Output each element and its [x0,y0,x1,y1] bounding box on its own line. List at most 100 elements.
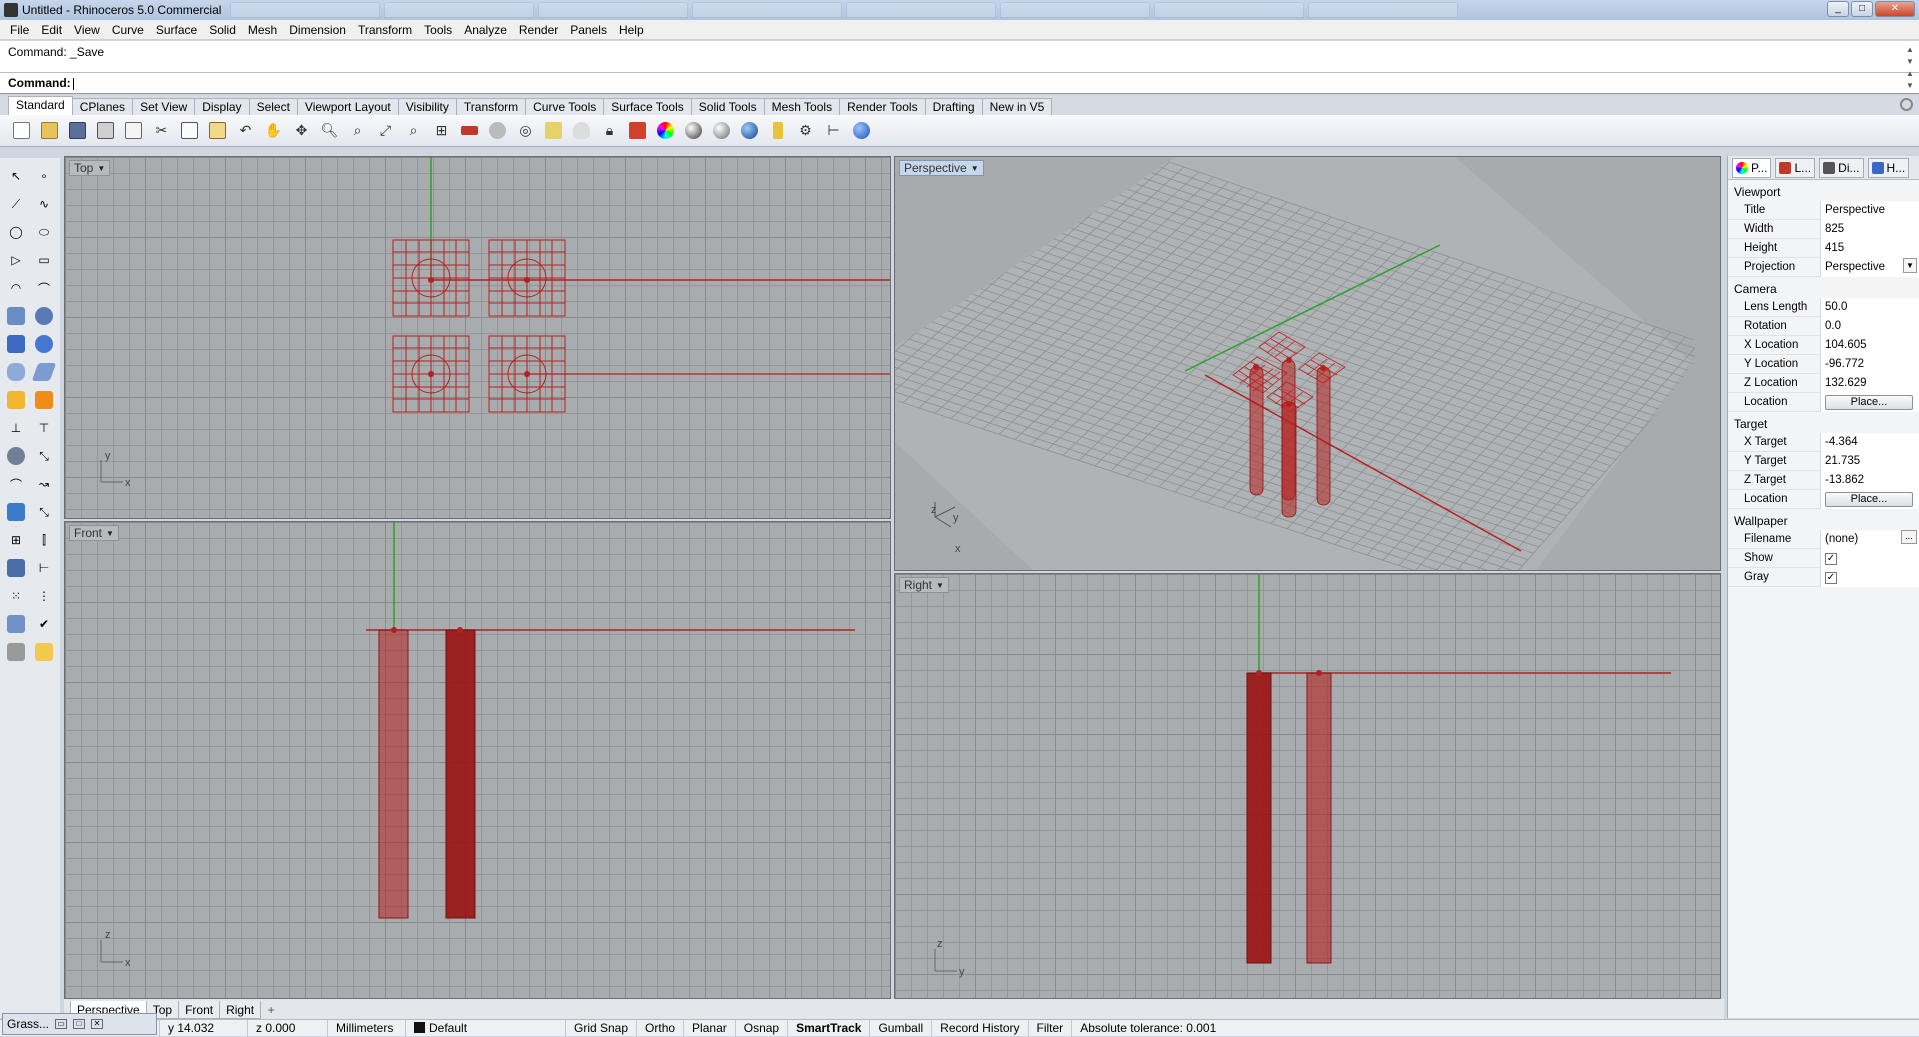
offset-icon[interactable]: ⌒ [2,470,30,498]
tab-display[interactable]: Display [194,98,250,115]
mirror-icon[interactable]: ⫿ [30,526,58,554]
vp-tab-front[interactable]: Front [178,1001,221,1019]
four-viewports-icon[interactable]: ⊞ [430,119,453,142]
menu-mesh[interactable]: Mesh [242,23,283,37]
vp-tab-right[interactable]: Right [219,1001,262,1019]
viewport-top[interactable]: Top ▼ y x [64,156,891,519]
paste-icon[interactable] [206,119,229,142]
tab-visibility[interactable]: Visibility [397,98,457,115]
cylinder-icon[interactable] [2,358,30,386]
viewport-top-label[interactable]: Top ▼ [69,160,111,176]
lens-length-field[interactable]: 50.0 [1820,297,1919,317]
zoom-extents-icon[interactable]: ⤢ [374,119,397,142]
menu-tools[interactable]: Tools [418,23,458,37]
undo-icon[interactable]: ↶ [234,119,257,142]
command-scroll-arrows[interactable]: ▲ ▼ ▲ ▼ [1905,44,1915,92]
lasso-icon[interactable] [766,119,789,142]
menu-transform[interactable]: Transform [352,23,418,37]
filename-field[interactable]: (none)... [1820,529,1919,549]
tab-surface-tools[interactable]: Surface Tools [603,98,692,115]
chevron-down-icon[interactable]: ▼ [97,164,105,173]
osnap-toggle[interactable]: Osnap [736,1019,789,1037]
menu-solid[interactable]: Solid [203,23,242,37]
grid-array-icon[interactable]: ⁙ [2,582,30,610]
gray-checkbox[interactable]: ✓ [1825,571,1837,584]
menu-render[interactable]: Render [513,23,564,37]
menu-edit[interactable]: Edit [35,23,68,37]
menu-curve[interactable]: Curve [106,23,150,37]
y-target-field[interactable]: 21.735 [1820,451,1919,471]
render-box-icon[interactable] [2,638,30,666]
y-location-field[interactable]: -96.772 [1820,354,1919,374]
rectangle-icon[interactable]: ▭ [30,246,58,274]
ortho-toggle[interactable]: Ortho [637,1019,685,1037]
ellipse-icon[interactable]: ⬭ [30,218,58,246]
tab-select[interactable]: Select [248,98,298,115]
surface-icon[interactable] [2,302,30,330]
chevron-down-icon[interactable]: ▼ [106,529,114,538]
z-target-field[interactable]: -13.862 [1820,470,1919,490]
tab-cplanes[interactable]: CPlanes [71,98,134,115]
help-icon[interactable] [850,119,873,142]
menu-dimension[interactable]: Dimension [283,23,352,37]
print-icon[interactable] [94,119,117,142]
record-history-toggle[interactable]: Record History [932,1019,1029,1037]
select-arrow-icon[interactable]: ↖ [2,162,30,190]
width-field[interactable]: 825 [1820,219,1919,239]
surface-edge-icon[interactable] [30,302,58,330]
title-field[interactable]: Perspective [1820,200,1919,220]
point-icon[interactable]: ∘ [30,162,58,190]
sphere-render-icon[interactable] [710,119,733,142]
target-place-button[interactable]: Place... [1825,491,1913,507]
viewport-right[interactable]: Right ▼ z y [894,573,1721,999]
freeform-curve-icon[interactable]: ⌒ [30,274,58,302]
fillet-icon[interactable]: ⤡ [30,442,58,470]
explode-icon[interactable] [2,386,30,414]
properties-tool-icon[interactable]: ⋮ [30,582,58,610]
viewport-front[interactable]: Front ▼ z x [64,521,891,999]
gear-options-icon[interactable]: ⚙ [794,119,817,142]
bulb-icon[interactable] [570,119,593,142]
restore-icon[interactable]: ▭ [55,1019,68,1029]
car-icon[interactable] [458,119,481,142]
menu-surface[interactable]: Surface [150,23,203,37]
pan-icon[interactable]: ✋ [262,119,285,142]
tab-curve-tools[interactable]: Curve Tools [525,98,605,115]
zoom-window-icon[interactable]: ⌕ [346,119,369,142]
tab-solid-tools[interactable]: Solid Tools [690,98,765,115]
save-icon[interactable] [66,119,89,142]
sphere-blue-icon[interactable] [738,119,761,142]
mesh-icon[interactable] [2,554,30,582]
tab-standard[interactable]: Standard [8,96,73,115]
chevron-down-icon[interactable]: ▼ [1903,257,1917,273]
extrude-icon[interactable] [30,358,58,386]
menu-analyze[interactable]: Analyze [458,23,513,37]
lights-icon[interactable] [542,119,565,142]
close-button[interactable]: ✕ [1875,1,1915,17]
zoom-selected-icon[interactable]: ⌕ [402,119,425,142]
cut-icon[interactable]: ✂ [150,119,173,142]
tab-transform[interactable]: Transform [455,98,527,115]
browse-button[interactable]: ... [1901,529,1917,544]
tab-mesh-tools[interactable]: Mesh Tools [763,98,841,115]
zoom-icon[interactable]: 🔍︎ [318,119,341,142]
viewport-right-label[interactable]: Right ▼ [899,577,949,593]
chevron-down-icon[interactable]: ▼ [971,164,979,173]
analyze-icon[interactable] [2,610,30,638]
status-units[interactable]: Millimeters [328,1019,406,1037]
polygon-icon[interactable]: ▷ [2,246,30,274]
tab-properties[interactable]: P... [1732,157,1772,178]
filter-toggle[interactable]: Filter [1029,1019,1073,1037]
polyline-icon[interactable]: ⟋ [2,190,30,218]
z-location-field[interactable]: 132.629 [1820,373,1919,393]
menu-help[interactable]: Help [613,23,650,37]
menu-file[interactable]: File [4,23,35,37]
circle-icon[interactable]: ◎ [514,119,537,142]
check-icon[interactable]: ✔ [30,610,58,638]
chevron-down-icon[interactable]: ▼ [936,581,944,590]
gumball-toggle[interactable]: Gumball [870,1019,933,1037]
rotation-field[interactable]: 0.0 [1820,316,1919,336]
rotate-view-icon[interactable]: ✥ [290,119,313,142]
show-checkbox[interactable]: ✓ [1825,552,1837,565]
viewport-front-label[interactable]: Front ▼ [69,525,119,541]
